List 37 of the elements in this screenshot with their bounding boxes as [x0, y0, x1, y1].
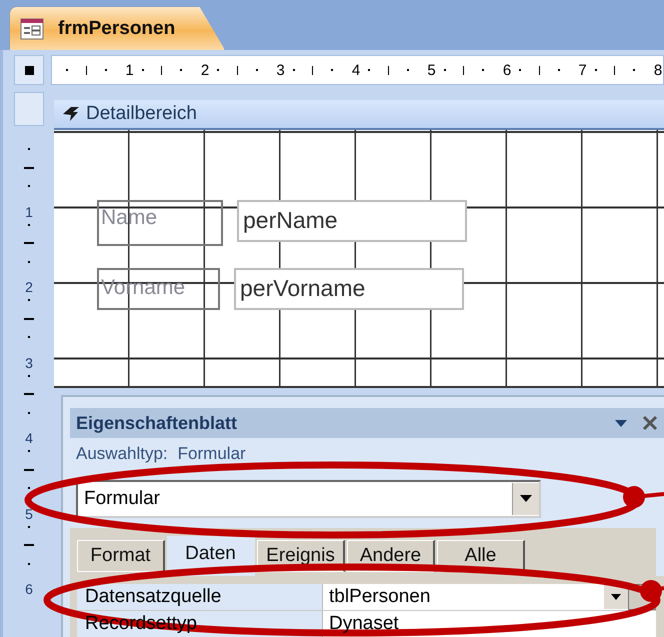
ruler-number: 8 [652, 62, 663, 78]
ruler-number: 1 [25, 204, 33, 220]
caret-icon [611, 594, 621, 600]
form-icon [20, 18, 44, 40]
ruler-number: 1 [124, 62, 134, 78]
ruler-number: 2 [200, 62, 210, 78]
ruler-number: 5 [426, 62, 436, 78]
object-selector[interactable]: Formular [76, 480, 541, 518]
textbox-control[interactable]: perName [237, 200, 467, 242]
property-value[interactable]: Dynaset [329, 613, 399, 634]
document-tab[interactable]: frmPersonen [9, 6, 225, 50]
ruler-number: 4 [350, 62, 361, 78]
collapse-arrow-icon [62, 106, 80, 122]
callout-pointer [623, 486, 664, 508]
selection-type-label: Auswahltyp: [76, 444, 168, 464]
dropdown-button[interactable] [604, 585, 628, 609]
select-all-box[interactable] [14, 55, 44, 85]
ruler-number: 7 [577, 62, 588, 78]
property-name: Datensatzquelle [85, 586, 222, 607]
section-title: Detailbereich [86, 103, 197, 125]
ruler-number: 6 [502, 62, 512, 78]
ruler-number: 6 [25, 581, 33, 597]
panel-title: Eigenschaftenblatt [76, 412, 238, 434]
ruler-number: 2 [25, 279, 33, 295]
ruler-number: 3 [25, 354, 33, 370]
close-icon[interactable] [642, 415, 658, 431]
callout-pointer [640, 580, 664, 602]
property-tab[interactable]: Format [77, 540, 165, 572]
ruler-number: 4 [25, 430, 33, 446]
selection-type-value: Formular [178, 444, 246, 464]
ruler-number: 3 [275, 62, 286, 78]
textbox-control[interactable]: perVorname [234, 268, 464, 310]
dropdown-arrow-icon[interactable] [614, 418, 628, 428]
caret-icon [520, 495, 532, 503]
ruler-number: 5 [25, 506, 33, 522]
section-header[interactable]: Detailbereich [54, 100, 664, 130]
dropdown-button[interactable] [512, 483, 539, 515]
